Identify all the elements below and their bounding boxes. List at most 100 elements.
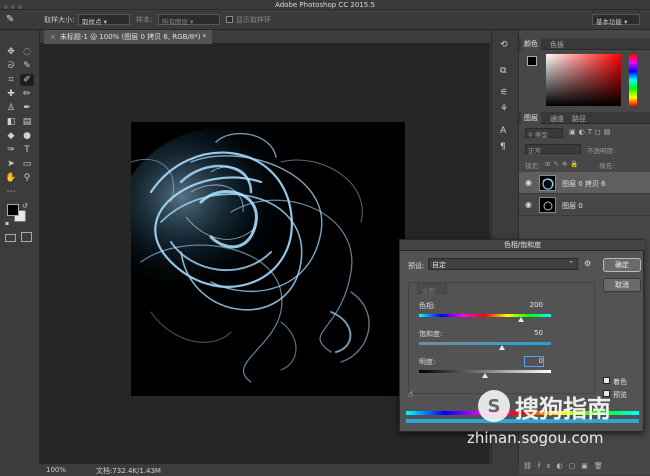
svg-text:S: S [488, 396, 501, 417]
close-tab-icon[interactable]: × [50, 33, 56, 41]
hue-track[interactable] [419, 314, 551, 317]
zoom-tool-icon[interactable]: ⚲ [20, 172, 34, 184]
cancel-button[interactable]: 取消 [603, 278, 641, 292]
rectangle-tool-icon[interactable]: ▭ [20, 158, 34, 170]
marquee-tool-icon[interactable]: ◌ [20, 46, 34, 58]
lock-icons[interactable]: ⊞✎✥🔒 [545, 160, 581, 168]
opacity-label: 不透明度: [587, 147, 616, 155]
screen-mode-icon[interactable] [21, 232, 32, 242]
hue-strip[interactable] [629, 54, 637, 106]
tab-channels[interactable]: 通道 [547, 113, 567, 125]
eraser-tool-icon[interactable]: ◧ [4, 116, 18, 128]
crop-tool-icon[interactable]: ⌗ [4, 74, 18, 86]
fill-label: 填充: [599, 162, 615, 170]
properties-panel-icon[interactable]: ⧉ [500, 66, 506, 76]
tab-layers[interactable]: 图层 [521, 112, 541, 124]
swap-colors-icon[interactable]: ↺ [22, 202, 28, 210]
blur-tool-icon[interactable]: ◆ [4, 130, 18, 142]
watermark-brand: 搜狗指南 [515, 395, 611, 423]
abstract-light-image [131, 122, 405, 396]
blend-mode-value: 正常 [528, 147, 541, 155]
saturation-value[interactable]: 50 [525, 329, 543, 338]
preset-options-gear-icon[interactable]: ⚙ [584, 259, 591, 268]
show-ring-label: 显示取样环 [236, 16, 271, 24]
sample-select[interactable]: 所有图层 ▾ [158, 14, 220, 26]
default-colors-icon[interactable]: ▪ [5, 220, 9, 227]
panel-foreground-swatch[interactable] [527, 56, 537, 66]
lightness-value[interactable]: 0 [524, 356, 544, 367]
gradient-tool-icon[interactable]: ▤ [20, 116, 34, 128]
healing-brush-tool-icon[interactable]: ✚ [4, 88, 18, 100]
document-image[interactable] [131, 122, 405, 396]
sample-size-label: 取样大小: [44, 16, 75, 24]
layer-row[interactable]: ◉ 图层 0 拷贝 6 [519, 172, 650, 194]
preset-select[interactable]: 自定 ⌃ [428, 258, 578, 270]
quick-mask-icon[interactable] [5, 234, 16, 242]
history-brush-tool-icon[interactable]: ✒ [20, 102, 34, 114]
show-ring-checkbox[interactable] [226, 16, 233, 23]
workspace-select[interactable]: 基本功能 ▾ [592, 14, 640, 26]
saturation-track[interactable] [419, 342, 551, 345]
eyedropper-icon[interactable]: ✎ [6, 14, 14, 25]
character-panel-icon[interactable]: A [500, 126, 506, 136]
visibility-eye-icon[interactable]: ◉ [525, 178, 532, 187]
channel-value: 全图 [422, 287, 435, 295]
document-tab[interactable]: × 未标题-1 @ 100% (图层 0 拷贝 6, RGB/8*) * [44, 30, 213, 44]
hue-slider-thumb[interactable] [517, 317, 524, 322]
quick-select-tool-icon[interactable]: ✎ [20, 60, 34, 72]
zoom-level[interactable]: 100% [46, 466, 66, 474]
type-tool-icon[interactable]: T [20, 144, 34, 156]
brush-tool-icon[interactable]: ✏ [20, 88, 34, 100]
tab-swatches[interactable]: 色板 [547, 39, 567, 51]
tools-panel: ✥ ◌ ᘐ ✎ ⌗ ✐ ✚ ✏ ♙ ✒ ◧ ▤ ◆ ● ✑ T ➤ ▭ ✋ ⚲ … [0, 30, 40, 465]
adjust-group: 全图 色相: 200 饱和度: 50 明度: 0 [408, 282, 595, 394]
options-bar: ✎ 取样大小: 取样点 ▾ 样本: 所有图层 ▾ 显示取样环 基本功能 ▾ [0, 10, 650, 30]
channel-select[interactable]: 全图 [417, 283, 447, 295]
saturation-slider-thumb[interactable] [498, 345, 505, 350]
pen-tool-icon[interactable]: ✑ [4, 144, 18, 156]
hue-label: 色相: [419, 302, 436, 310]
lightness-slider-thumb[interactable] [482, 373, 488, 378]
hue-value[interactable]: 200 [525, 301, 543, 310]
layer-row[interactable]: ◉ 图层 0 [519, 194, 650, 216]
lock-label: 锁定: [525, 162, 541, 170]
history-panel-icon[interactable]: ⟲ [500, 40, 508, 50]
layer-name: 图层 0 拷贝 6 [562, 180, 606, 188]
window-title: Adobe Photoshop CC 2015.5 [275, 1, 375, 9]
tab-color[interactable]: 颜色 [521, 38, 541, 50]
workspace-value: 基本功能 [596, 18, 622, 26]
watermark: S 搜狗指南 zhinan.sogou.com [462, 385, 650, 449]
more-tools-icon[interactable]: ⋯ [4, 186, 18, 198]
dialog-title: 色相/饱和度 [400, 240, 645, 251]
adjustments-panel-icon[interactable]: ⚟ [500, 88, 508, 98]
foreground-color-swatch[interactable] [7, 204, 19, 216]
watermark-url: zhinan.sogou.com [467, 429, 604, 447]
sample-size-select[interactable]: 取样点 ▾ [78, 14, 130, 26]
layer-name: 图层 0 [562, 202, 583, 210]
sample-label: 样本: [136, 16, 153, 24]
title-bar: Adobe Photoshop CC 2015.5 [0, 0, 650, 10]
paragraph-panel-icon[interactable]: ¶ [500, 142, 506, 152]
brush-panel-icon[interactable]: ⚘ [500, 104, 508, 114]
color-field[interactable] [546, 54, 621, 106]
colorize-checkbox[interactable] [603, 377, 610, 384]
layer-thumbnail [539, 197, 556, 213]
hand-tool-icon[interactable]: ✋ [4, 172, 18, 184]
clone-stamp-tool-icon[interactable]: ♙ [4, 102, 18, 114]
layer-kind-filter[interactable]: ⚲ 类型 [525, 128, 563, 139]
saturation-label: 饱和度: [419, 330, 443, 338]
layer-filter-icons[interactable]: ▣◐T◻▤ [569, 128, 613, 136]
path-select-tool-icon[interactable]: ➤ [4, 158, 18, 170]
document-tab-title: 未标题-1 @ 100% (图层 0 拷贝 6, RGB/8*) * [59, 33, 207, 41]
lasso-tool-icon[interactable]: ᘐ [4, 60, 18, 72]
layers-footer-icons[interactable]: ⛓fx◐▢▣🗑 [523, 462, 609, 470]
eyedropper-tool-icon[interactable]: ✐ [20, 74, 34, 86]
move-tool-icon[interactable]: ✥ [4, 46, 18, 58]
dodge-tool-icon[interactable]: ● [20, 130, 34, 142]
tab-paths[interactable]: 路径 [569, 113, 589, 125]
visibility-eye-icon[interactable]: ◉ [525, 200, 532, 209]
ok-button[interactable]: 确定 [603, 258, 641, 272]
layer-kind-label: 类型 [534, 131, 548, 139]
blend-mode-select[interactable]: 正常 [525, 144, 581, 155]
targeted-adjust-hand-icon[interactable]: ☝ [408, 390, 413, 400]
